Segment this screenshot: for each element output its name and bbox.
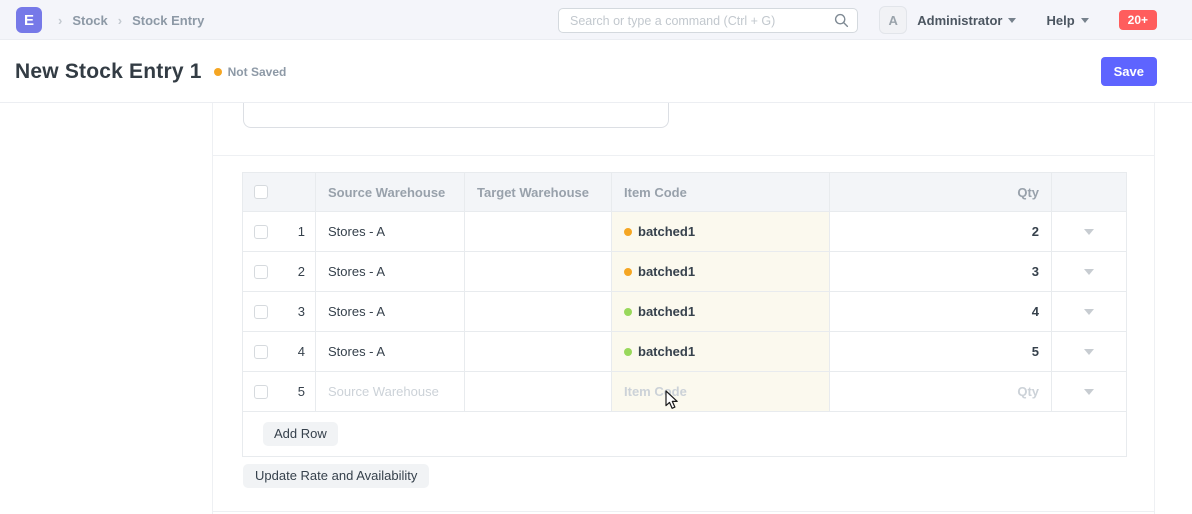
user-menu[interactable]: Administrator [917, 13, 1016, 28]
breadcrumb-stock-entry[interactable]: Stock Entry [132, 13, 204, 28]
table-row: 5 Source Warehouse Item CodeQty [243, 372, 1126, 412]
cell-target-warehouse[interactable] [465, 332, 612, 371]
header-edit-cell [1052, 173, 1125, 211]
cell-item-code[interactable]: batched1 [612, 292, 830, 331]
header-source-warehouse: Source Warehouse [316, 173, 465, 211]
row-select-cell: 4 [243, 332, 316, 371]
page-title: New Stock Entry 1 [15, 60, 202, 84]
table-header-row: Source Warehouse Target Warehouse Item C… [243, 173, 1126, 212]
caret-down-icon [1084, 269, 1094, 275]
save-button[interactable]: Save [1101, 57, 1157, 86]
cell-qty[interactable]: Qty [830, 372, 1052, 411]
cell-item-code[interactable]: batched1 [612, 332, 830, 371]
caret-down-icon [1084, 349, 1094, 355]
chevron-down-icon [1008, 18, 1016, 23]
row-expand-toggle[interactable] [1052, 372, 1125, 411]
row-index: 2 [298, 264, 305, 279]
select-all-checkbox[interactable] [254, 185, 268, 199]
section-divider [213, 155, 1154, 156]
cell-qty[interactable]: 3 [830, 252, 1052, 291]
caret-down-icon [1084, 309, 1094, 315]
search-icon [834, 13, 849, 28]
header-qty: Qty [830, 173, 1052, 211]
row-checkbox[interactable] [254, 305, 268, 319]
item-code-label: batched1 [638, 344, 695, 359]
breadcrumb: › Stock › Stock Entry [58, 0, 204, 40]
status-label: Not Saved [228, 65, 287, 79]
row-checkbox[interactable] [254, 265, 268, 279]
cell-target-warehouse[interactable] [465, 212, 612, 251]
breadcrumb-stock[interactable]: Stock [72, 13, 107, 28]
row-index: 3 [298, 304, 305, 319]
row-checkbox[interactable] [254, 225, 268, 239]
item-status-dot-icon [624, 228, 632, 236]
row-select-cell: 5 [243, 372, 316, 411]
cell-source-warehouse[interactable]: Stores - A [316, 332, 465, 371]
chevron-right-icon: › [58, 13, 62, 28]
row-checkbox[interactable] [254, 345, 268, 359]
search-placeholder: Search or type a command (Ctrl + G) [570, 14, 834, 28]
help-label: Help [1046, 13, 1074, 28]
item-code-label: batched1 [638, 264, 695, 279]
table-row: 3 Stores - A batched1 4 [243, 292, 1126, 332]
cell-target-warehouse[interactable] [465, 372, 612, 411]
table-row: 4 Stores - A batched1 5 [243, 332, 1126, 372]
cell-item-code[interactable]: batched1 [612, 252, 830, 291]
user-name: Administrator [917, 13, 1002, 28]
app-logo[interactable]: E [16, 7, 42, 33]
status-badge: Not Saved [214, 65, 287, 79]
header-target-warehouse: Target Warehouse [465, 173, 612, 211]
help-menu[interactable]: Help [1046, 13, 1088, 28]
caret-down-icon [1084, 229, 1094, 235]
cell-target-warehouse[interactable] [465, 252, 612, 291]
item-status-dot-icon [624, 348, 632, 356]
table-row: 2 Stores - A batched1 3 [243, 252, 1126, 292]
header-select-cell [243, 173, 316, 211]
grid-body: 1Stores - Abatched122Stores - Abatched13… [243, 212, 1126, 412]
cell-source-warehouse[interactable]: Source Warehouse [316, 372, 465, 411]
global-search-input[interactable]: Search or type a command (Ctrl + G) [558, 8, 858, 33]
cell-item-code[interactable]: Item Code [612, 372, 830, 411]
row-checkbox[interactable] [254, 385, 268, 399]
grid-footer: Add Row [243, 412, 1126, 456]
row-select-cell: 1 [243, 212, 316, 251]
cell-target-warehouse[interactable] [465, 292, 612, 331]
update-rate-availability-button[interactable]: Update Rate and Availability [243, 464, 429, 488]
row-index: 5 [298, 384, 305, 399]
item-status-dot-icon [624, 308, 632, 316]
row-index: 1 [298, 224, 305, 239]
cell-qty[interactable]: 5 [830, 332, 1052, 371]
status-dot-icon [214, 68, 222, 76]
add-row-button[interactable]: Add Row [263, 422, 338, 446]
cell-qty[interactable]: 2 [830, 212, 1052, 251]
row-select-cell: 3 [243, 292, 316, 331]
notifications-badge[interactable]: 20+ [1119, 10, 1157, 30]
row-expand-toggle[interactable] [1052, 332, 1125, 371]
cell-source-warehouse[interactable]: Stores - A [316, 252, 465, 291]
item-code-label: batched1 [638, 304, 695, 319]
item-status-dot-icon [624, 268, 632, 276]
chevron-right-icon: › [118, 13, 122, 28]
cell-item-code[interactable]: batched1 [612, 212, 830, 251]
row-index: 4 [298, 344, 305, 359]
truncated-input-field[interactable] [243, 103, 669, 128]
item-code-label: batched1 [638, 224, 695, 239]
avatar[interactable]: A [879, 6, 907, 34]
section-divider [213, 511, 1154, 512]
header-item-code: Item Code [612, 173, 830, 211]
row-expand-toggle[interactable] [1052, 212, 1125, 251]
cell-qty[interactable]: 4 [830, 292, 1052, 331]
navbar: E › Stock › Stock Entry Search or type a… [0, 0, 1192, 40]
form-section: Source Warehouse Target Warehouse Item C… [212, 103, 1155, 514]
row-expand-toggle[interactable] [1052, 252, 1125, 291]
cell-source-warehouse[interactable]: Stores - A [316, 212, 465, 251]
items-table: Source Warehouse Target Warehouse Item C… [242, 172, 1127, 457]
row-select-cell: 2 [243, 252, 316, 291]
cell-source-warehouse[interactable]: Stores - A [316, 292, 465, 331]
chevron-down-icon [1081, 18, 1089, 23]
page-head: New Stock Entry 1 Not Saved Save [0, 40, 1192, 103]
row-expand-toggle[interactable] [1052, 292, 1125, 331]
table-row: 1 Stores - A batched1 2 [243, 212, 1126, 252]
caret-down-icon [1084, 389, 1094, 395]
